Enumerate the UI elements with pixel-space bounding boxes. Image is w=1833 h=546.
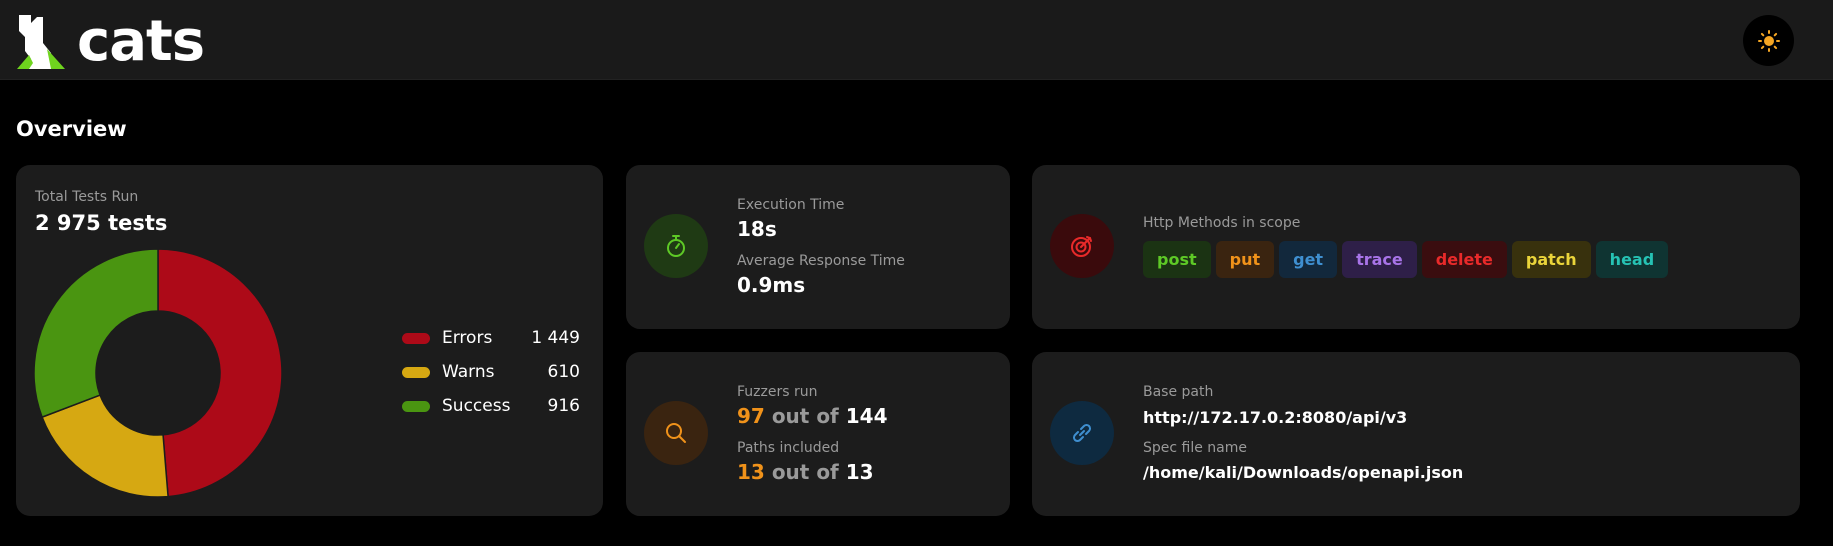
spec-file-label: Spec file name bbox=[1143, 440, 1248, 456]
legend-label: Warns bbox=[442, 362, 495, 382]
fuzzers-run-count: 97 bbox=[737, 404, 765, 428]
paths-included-value: 13 out of 13 bbox=[737, 460, 874, 484]
tests-donut-chart bbox=[34, 249, 282, 497]
link-icon bbox=[1072, 423, 1092, 443]
donut-slice-errors[interactable] bbox=[157, 249, 282, 497]
legend-label: Success bbox=[442, 396, 511, 416]
paths-icon-badge bbox=[1050, 401, 1114, 465]
base-path-value: http://172.17.0.2:8080/api/v3 bbox=[1143, 408, 1408, 427]
execution-time-card: Execution Time 18s Average Response Time… bbox=[626, 165, 1010, 329]
paths-included-label: Paths included bbox=[737, 440, 840, 456]
paths-card: Base path http://172.17.0.2:8080/api/v3 … bbox=[1032, 352, 1800, 516]
legend-swatch bbox=[402, 400, 430, 412]
http-icon-badge bbox=[1050, 214, 1114, 278]
stopwatch-icon bbox=[667, 235, 685, 257]
method-badge-put: put bbox=[1215, 241, 1275, 278]
chart-legend: Errors 1 449 Warns 610 Success 916 bbox=[402, 321, 580, 423]
fuzzers-run-total: 144 bbox=[845, 404, 888, 428]
method-badge-patch: patch bbox=[1511, 241, 1591, 278]
total-tests-value: 2 975 tests bbox=[35, 211, 168, 235]
theme-toggle-button[interactable] bbox=[1743, 15, 1794, 66]
total-tests-label: Total Tests Run bbox=[35, 189, 139, 205]
legend-swatch bbox=[402, 366, 430, 378]
method-badge-delete: delete bbox=[1421, 241, 1507, 278]
http-methods-label: Http Methods in scope bbox=[1143, 215, 1301, 231]
sun-icon bbox=[1757, 29, 1780, 52]
legend-label: Errors bbox=[442, 328, 493, 348]
execution-time-label: Execution Time bbox=[737, 197, 845, 213]
legend-swatch bbox=[402, 332, 430, 344]
fuzzers-run-value: 97 out of 144 bbox=[737, 404, 887, 428]
execution-time-value: 18s bbox=[737, 217, 777, 241]
total-tests-card: Total Tests Run 2 975 tests Errors 1 449 W… bbox=[16, 165, 603, 516]
paths-included-count: 13 bbox=[737, 460, 765, 484]
avg-response-value: 0.9ms bbox=[737, 273, 806, 297]
fuzzers-run-label: Fuzzers run bbox=[737, 384, 818, 400]
search-icon bbox=[666, 423, 686, 443]
legend-item-success[interactable]: Success 916 bbox=[402, 389, 580, 423]
http-methods-list: post put get trace delete patch head bbox=[1143, 241, 1669, 278]
paths-included-total: 13 bbox=[845, 460, 874, 484]
method-badge-post: post bbox=[1143, 241, 1211, 278]
method-badge-head: head bbox=[1595, 241, 1669, 278]
legend-value: 1 449 bbox=[531, 328, 580, 348]
spec-file-value: /home/kali/Downloads/openapi.json bbox=[1143, 463, 1464, 482]
method-badge-trace: trace bbox=[1342, 241, 1417, 278]
page-title: Overview bbox=[16, 117, 127, 141]
http-methods-card: Http Methods in scope post put get trace del… bbox=[1032, 165, 1800, 329]
base-path-label: Base path bbox=[1143, 384, 1214, 400]
legend-item-warns[interactable]: Warns 610 bbox=[402, 355, 580, 389]
top-bar: cats bbox=[0, 0, 1833, 80]
cat-logo-icon bbox=[17, 15, 65, 69]
legend-item-errors[interactable]: Errors 1 449 bbox=[402, 321, 580, 355]
logo[interactable]: cats bbox=[17, 9, 205, 74]
brand-name: cats bbox=[77, 9, 205, 74]
legend-value: 610 bbox=[547, 362, 580, 382]
paths-included-of: out of bbox=[771, 460, 839, 484]
avg-response-label: Average Response Time bbox=[737, 253, 905, 269]
target-icon bbox=[1071, 236, 1092, 257]
legend-value: 916 bbox=[547, 396, 580, 416]
fuzzers-card: Fuzzers run 97 out of 144 Paths included… bbox=[626, 352, 1010, 516]
execution-icon-badge bbox=[644, 214, 708, 278]
donut-slice-success[interactable] bbox=[34, 249, 159, 419]
fuzzers-run-of: out of bbox=[771, 404, 839, 428]
method-badge-get: get bbox=[1279, 241, 1338, 278]
fuzzers-icon-badge bbox=[644, 401, 708, 465]
